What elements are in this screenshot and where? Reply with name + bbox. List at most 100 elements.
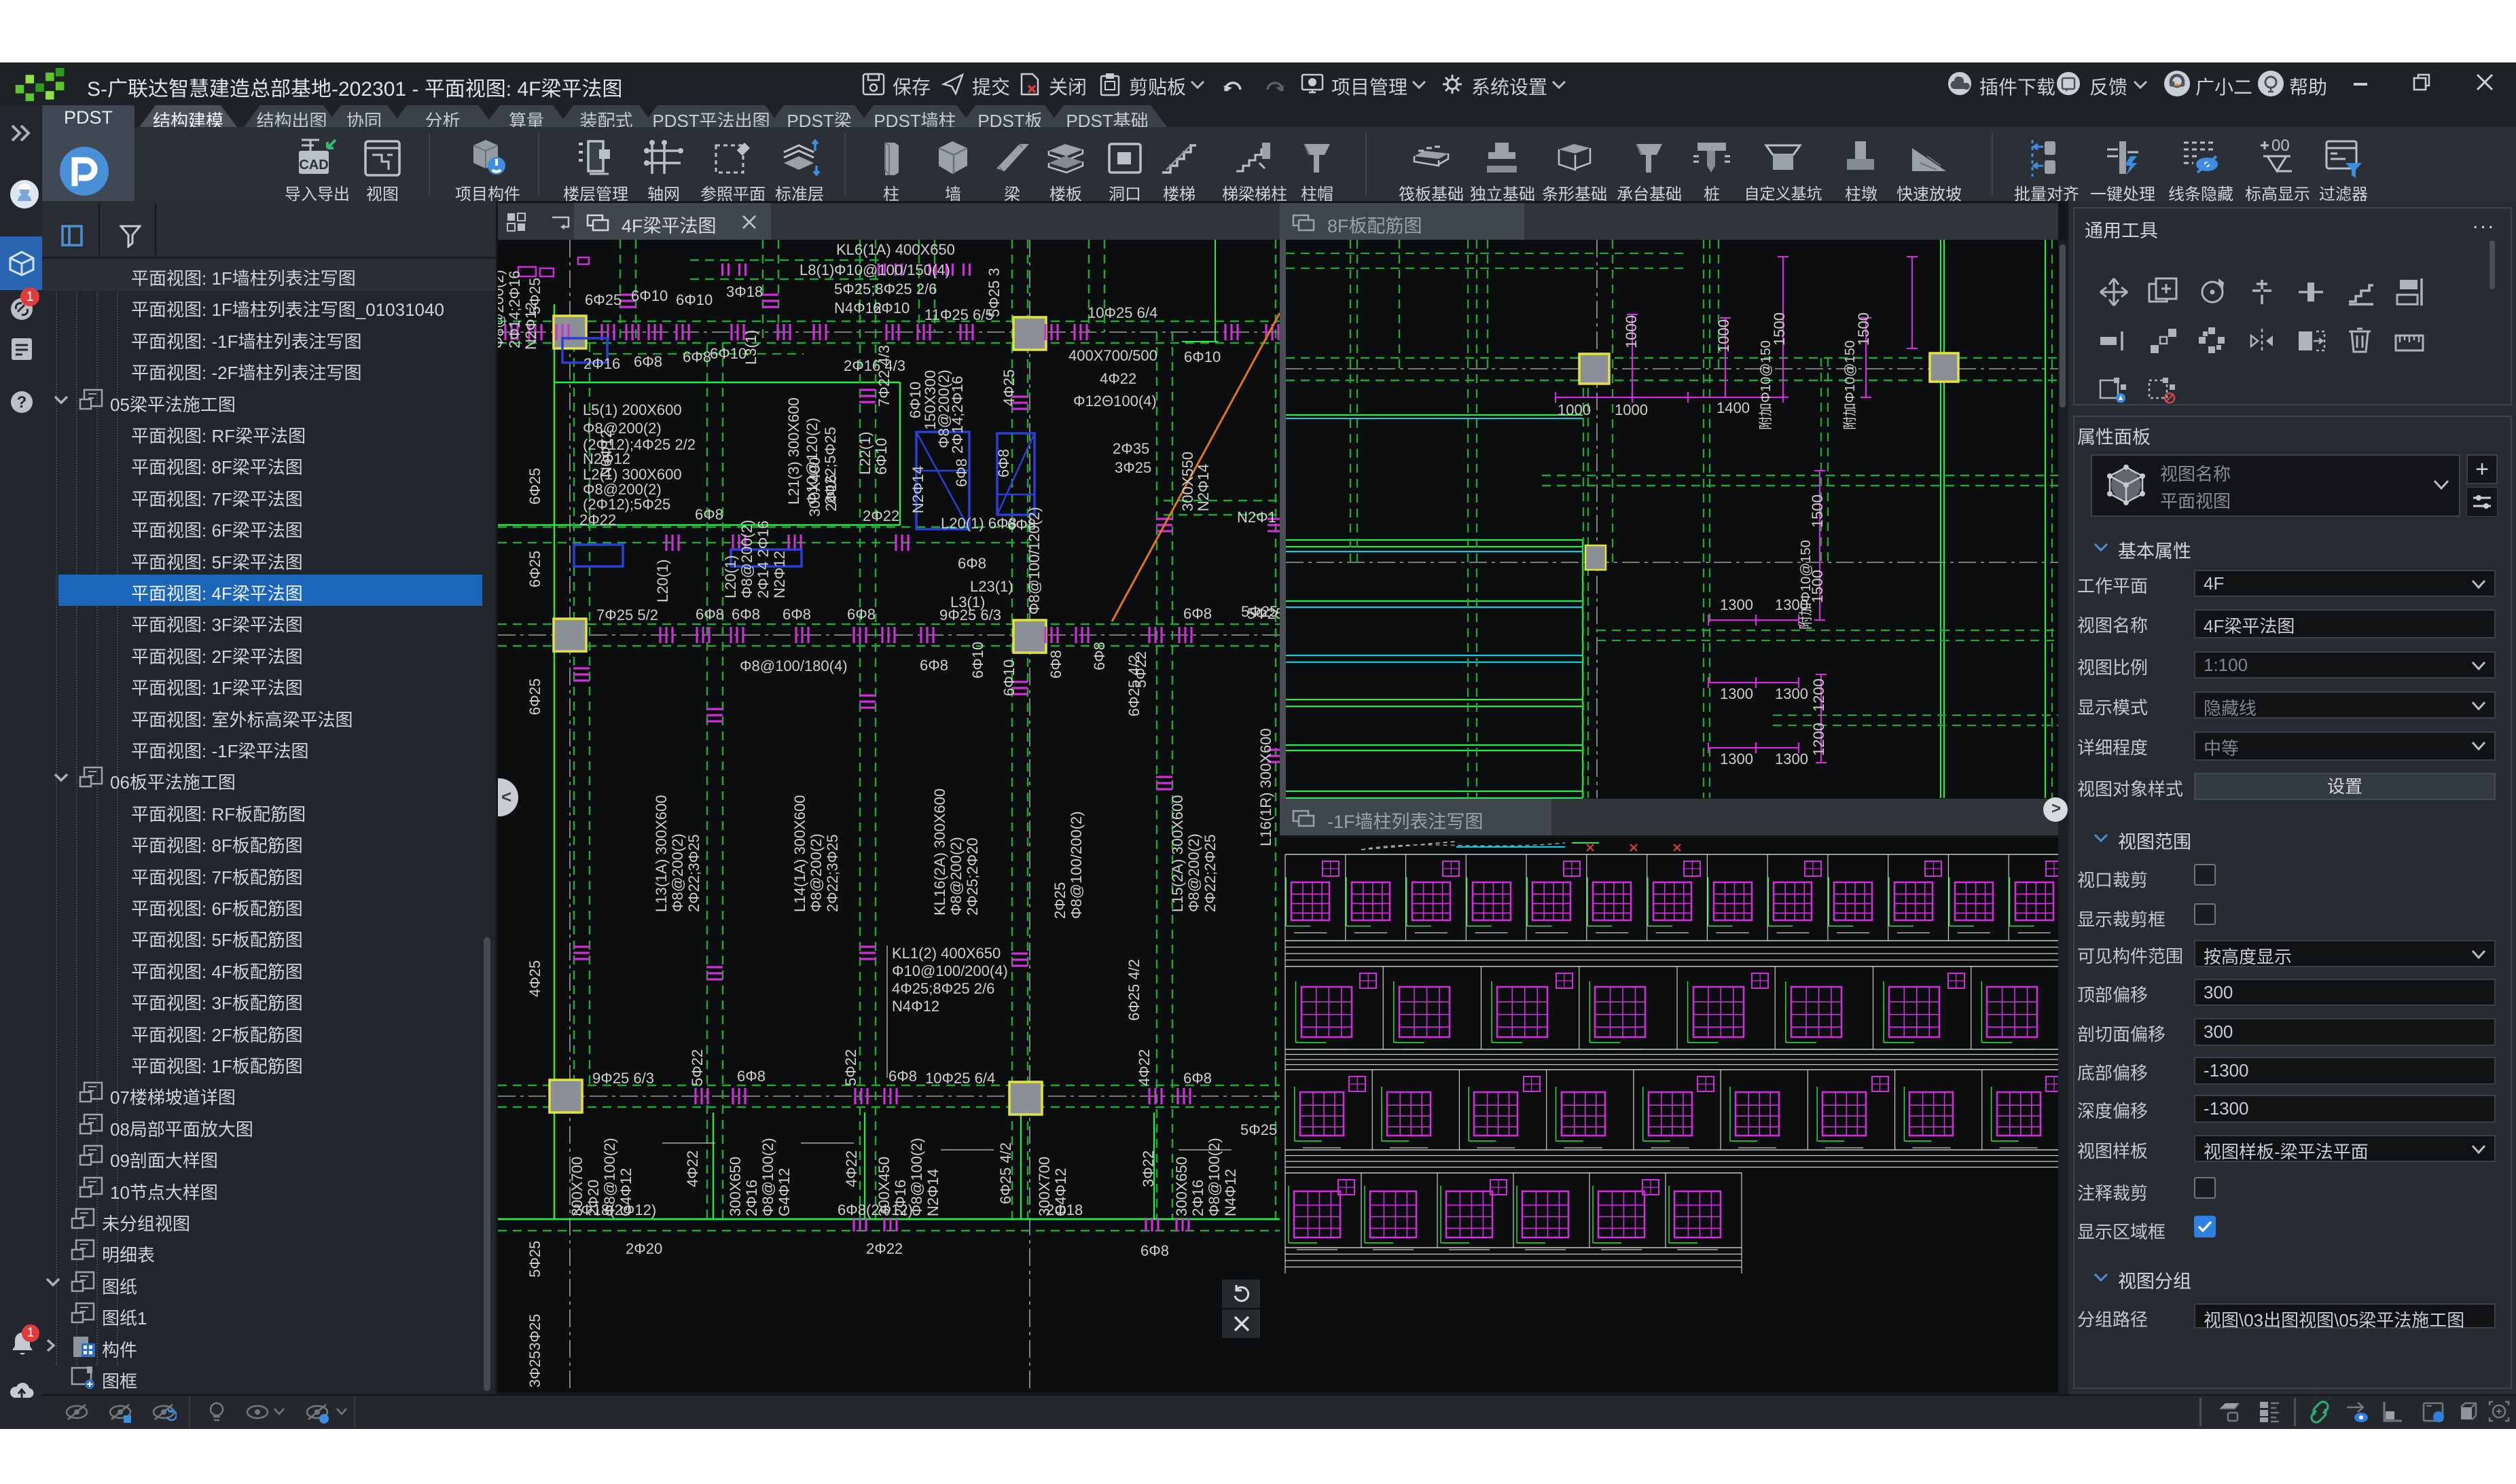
svg-text:300X650: 300X650 xyxy=(1173,1157,1190,1216)
svg-text:Φ8@200(2): Φ8@200(2) xyxy=(738,520,755,598)
svg-text:1300: 1300 xyxy=(1720,596,1753,613)
svg-text:6Φ25: 6Φ25 xyxy=(526,551,543,587)
svg-text:6Φ10: 6Φ10 xyxy=(676,291,713,308)
svg-text:1300: 1300 xyxy=(1775,596,1808,613)
svg-text:5Φ22: 5Φ22 xyxy=(689,1049,706,1086)
svg-text:300X450: 300X450 xyxy=(876,1157,893,1216)
svg-text:2Φ14;2Φ16: 2Φ14;2Φ16 xyxy=(506,270,523,348)
svg-text:6Φ8: 6Φ8 xyxy=(783,606,811,623)
svg-text:6Φ10: 6Φ10 xyxy=(631,287,668,304)
svg-text:9Φ25 6/3: 9Φ25 6/3 xyxy=(939,607,1001,623)
svg-text:N2Φ1: N2Φ1 xyxy=(1237,509,1276,526)
svg-text:Φ8@200(2): Φ8@200(2) xyxy=(948,837,965,916)
svg-text:Φ8@100(2): Φ8@100(2) xyxy=(759,1138,776,1216)
svg-text:KL6(1A) 400X650: KL6(1A) 400X650 xyxy=(836,241,955,258)
svg-text:2Φ22;5Φ25: 2Φ22;5Φ25 xyxy=(822,427,839,505)
svg-text:N2Φ14: N2Φ14 xyxy=(910,466,927,513)
svg-text:2Φ35: 2Φ35 xyxy=(1113,440,1149,457)
svg-text:6Φ8: 6Φ8 xyxy=(1183,605,1212,622)
svg-text:2Φ22;2Φ25: 2Φ22;2Φ25 xyxy=(1202,834,1219,912)
svg-text:5Φ25;8Φ25 2/6: 5Φ25;8Φ25 2/6 xyxy=(834,280,937,297)
svg-text:5Φ25 3: 5Φ25 3 xyxy=(986,268,1003,317)
svg-text:KL1(2) 400X650: KL1(2) 400X650 xyxy=(892,945,1001,962)
svg-text:2Φ16 4/3: 2Φ16 4/3 xyxy=(844,357,905,374)
svg-text:4Φ25: 4Φ25 xyxy=(1001,369,1018,406)
svg-text:G4Φ12: G4Φ12 xyxy=(776,1168,793,1216)
svg-text:Φ10@120(2): Φ10@120(2) xyxy=(804,418,821,505)
svg-text:6Φ8: 6Φ8 xyxy=(683,348,711,365)
svg-text:6Φ25: 6Φ25 xyxy=(526,468,543,505)
svg-text:1200: 1200 xyxy=(1810,678,1827,712)
svg-text:?: ? xyxy=(17,393,27,412)
svg-text:6Φ8: 6Φ8 xyxy=(737,1068,766,1085)
svg-text:附加Φ10@150: 附加Φ10@150 xyxy=(1758,340,1774,430)
svg-text:6Φ8: 6Φ8 xyxy=(1140,1242,1169,1259)
svg-text:L20(1): L20(1) xyxy=(654,559,671,602)
svg-text:G4Φ12: G4Φ12 xyxy=(1052,1168,1069,1216)
svg-text:6Φ10: 6Φ10 xyxy=(710,345,747,362)
svg-text:00: 00 xyxy=(2271,137,2290,155)
svg-text:6Φ10: 6Φ10 xyxy=(1184,348,1221,365)
svg-text:L21(3) 300X600: L21(3) 300X600 xyxy=(785,397,802,505)
svg-text:KL16(2A) 300X600: KL16(2A) 300X600 xyxy=(931,789,948,916)
svg-text:2Φ22: 2Φ22 xyxy=(866,1240,903,1257)
svg-text:2Φ25;2Φ20: 2Φ25;2Φ20 xyxy=(964,837,981,916)
svg-text:1000: 1000 xyxy=(1715,319,1732,352)
svg-text:Φ8@200(2): Φ8@200(2) xyxy=(583,420,662,437)
svg-text:L23(1): L23(1) xyxy=(970,578,1013,595)
svg-text:1400: 1400 xyxy=(1717,399,1750,416)
svg-text:6Φ8: 6Φ8 xyxy=(995,449,1012,477)
svg-text:300X700: 300X700 xyxy=(569,1157,586,1216)
svg-text:5Φ22: 5Φ22 xyxy=(1132,651,1149,688)
svg-text:3Φ22: 3Φ22 xyxy=(1140,1151,1157,1187)
svg-text:2Φ14 2Φ16: 2Φ14 2Φ16 xyxy=(755,520,772,598)
svg-text:2Φ22: 2Φ22 xyxy=(863,507,899,524)
svg-text:1200: 1200 xyxy=(1810,723,1827,756)
svg-text:2Φ20: 2Φ20 xyxy=(585,1180,602,1216)
svg-text:7Φ22 4/3: 7Φ22 4/3 xyxy=(876,345,893,407)
svg-text:6Φ8: 6Φ8 xyxy=(634,353,662,370)
svg-text:Φ8@100(2): Φ8@100(2) xyxy=(1206,1138,1223,1216)
svg-text:6Φ25: 6Φ25 xyxy=(526,678,543,715)
svg-text:L13(1A) 300X600: L13(1A) 300X600 xyxy=(653,795,670,912)
svg-text:N2Φ12: N2Φ12 xyxy=(522,302,539,350)
svg-text:5Φ22: 5Φ22 xyxy=(842,1049,859,1086)
svg-text:N2Φ14: N2Φ14 xyxy=(1195,464,1212,511)
svg-text:2Φ25: 2Φ25 xyxy=(1052,882,1068,919)
svg-text:N6Φ12: N6Φ12 xyxy=(598,430,615,477)
svg-text:1300: 1300 xyxy=(1775,685,1808,702)
svg-text:L20(1) 6Φ8: L20(1) 6Φ8 xyxy=(941,515,1017,532)
svg-text:4Φ22: 4Φ22 xyxy=(843,1151,860,1187)
svg-text:Φ10@100/150(4): Φ10@100/150(4) xyxy=(834,261,950,278)
svg-text:Φ8@100/180(4): Φ8@100/180(4) xyxy=(740,657,848,674)
svg-text:Φ12Θ100(4): Φ12Θ100(4) xyxy=(1073,393,1157,410)
svg-text:300X650: 300X650 xyxy=(727,1157,744,1216)
svg-text:6Φ10: 6Φ10 xyxy=(969,642,986,678)
svg-text:2Φ14;2Φ16: 2Φ14;2Φ16 xyxy=(949,376,966,454)
svg-text:7Φ25 5/2: 7Φ25 5/2 xyxy=(596,607,658,623)
svg-text:4Φ25: 4Φ25 xyxy=(526,960,543,997)
svg-text:1300: 1300 xyxy=(1775,750,1808,767)
svg-text:N2Φ12: N2Φ12 xyxy=(771,551,788,598)
svg-text:6Φ10: 6Φ10 xyxy=(873,300,910,316)
svg-text:2Φ22;3Φ25: 2Φ22;3Φ25 xyxy=(685,834,702,912)
svg-text:9Φ25 6/3: 9Φ25 6/3 xyxy=(592,1070,654,1087)
svg-text:L3(1): L3(1) xyxy=(742,330,759,365)
svg-text:CAD: CAD xyxy=(299,158,328,173)
svg-text:1300: 1300 xyxy=(1720,685,1753,702)
svg-text:5Φ25: 5Φ25 xyxy=(1240,1121,1277,1138)
svg-text:1000: 1000 xyxy=(1558,401,1591,418)
svg-text:5Φ25: 5Φ25 xyxy=(1241,603,1278,620)
svg-text:N4Φ12: N4Φ12 xyxy=(892,998,939,1015)
svg-text:L14(1A) 300X600: L14(1A) 300X600 xyxy=(791,795,808,912)
svg-text:6Φ8: 6Φ8 xyxy=(695,506,723,523)
svg-text:6Φ8: 6Φ8 xyxy=(888,1068,917,1085)
svg-text:11Φ25 6/5: 11Φ25 6/5 xyxy=(924,306,994,323)
svg-text:6Φ25: 6Φ25 xyxy=(585,291,622,308)
svg-text:附加Φ10@150: 附加Φ10@150 xyxy=(1842,340,1858,430)
svg-text:Φ8@200(2): Φ8@200(2) xyxy=(1185,833,1202,912)
svg-text:L8(1): L8(1) xyxy=(799,261,834,278)
svg-text:Φ8@100/120(2): Φ8@100/120(2) xyxy=(1026,507,1043,615)
svg-text:1300: 1300 xyxy=(1720,750,1753,767)
svg-text:2Φ22: 2Φ22 xyxy=(579,511,616,528)
